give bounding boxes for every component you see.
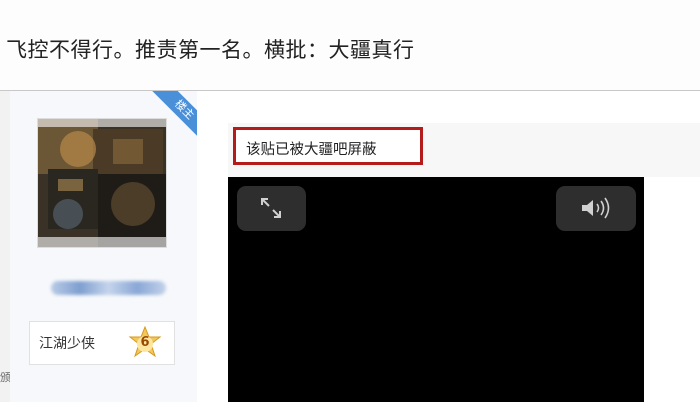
video-player[interactable]	[228, 177, 644, 402]
level-number: 6	[140, 335, 150, 350]
username-blurred[interactable]	[51, 281, 166, 295]
thread-title: 飞控不得行。推责第一名。横批：大疆真行	[6, 38, 415, 62]
level-title: 江湖少侠	[39, 336, 95, 352]
blocked-notice: 该贴已被大疆吧屏蔽	[233, 127, 423, 165]
avatar-image	[38, 119, 166, 247]
blocked-notice-text: 该贴已被大疆吧屏蔽	[246, 142, 377, 158]
fullscreen-button[interactable]	[237, 186, 306, 231]
volume-button[interactable]	[556, 186, 636, 231]
avatar[interactable]	[37, 118, 167, 248]
user-level[interactable]: 江湖少侠 6	[29, 321, 175, 365]
page-header: 飞控不得行。推责第一名。横批：大疆真行	[0, 0, 700, 91]
volume-icon	[582, 197, 610, 219]
expand-icon	[261, 198, 281, 218]
author-panel: 楼主 江湖少侠 6	[10, 91, 197, 402]
